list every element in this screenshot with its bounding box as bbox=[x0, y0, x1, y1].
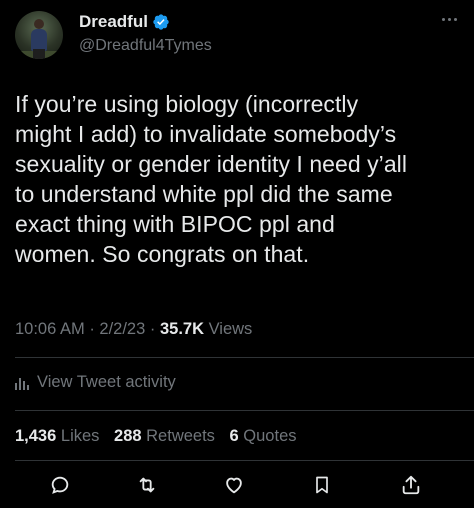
share-button[interactable] bbox=[398, 472, 424, 498]
divider bbox=[15, 460, 474, 461]
retweets-count: 288 bbox=[114, 427, 142, 445]
tweet-stats: 1,436 Likes 288 Retweets 6 Quotes bbox=[15, 427, 297, 446]
tweet-text: If you’re using biology (incorrectly mig… bbox=[15, 91, 407, 267]
likes-label: Likes bbox=[60, 427, 100, 445]
tweet-actions-bar bbox=[0, 472, 474, 502]
meta-separator: · bbox=[89, 320, 95, 338]
meta-separator: · bbox=[149, 320, 156, 338]
retweet-button[interactable] bbox=[134, 472, 160, 498]
tweet-date[interactable]: 2/2/23 bbox=[99, 320, 145, 338]
bar-chart-icon bbox=[15, 377, 29, 390]
views-count: 35.7K bbox=[159, 320, 204, 338]
retweets-stat[interactable]: 288 Retweets bbox=[114, 427, 215, 445]
divider bbox=[15, 410, 474, 411]
retweets-label: Retweets bbox=[146, 427, 215, 445]
views-label: Views bbox=[208, 320, 253, 338]
quotes-count: 6 bbox=[229, 427, 239, 445]
quotes-stat[interactable]: 6 Quotes bbox=[230, 427, 297, 445]
reply-button[interactable] bbox=[47, 472, 73, 498]
avatar[interactable] bbox=[15, 11, 63, 59]
display-name-text[interactable]: Dreadful bbox=[79, 12, 148, 32]
like-button[interactable] bbox=[221, 472, 247, 498]
divider bbox=[15, 357, 474, 358]
tweet-meta: 10:06 AM · 2/2/23 · 35.7K Views bbox=[15, 320, 252, 339]
reply-icon bbox=[51, 476, 69, 494]
more-options-icon[interactable] bbox=[438, 12, 460, 26]
bookmark-button[interactable] bbox=[309, 472, 335, 498]
heart-icon bbox=[226, 477, 242, 494]
tweet-time[interactable]: 10:06 AM bbox=[15, 320, 85, 338]
share-icon bbox=[402, 475, 420, 495]
verified-badge-icon bbox=[153, 14, 169, 30]
user-handle[interactable]: @Dreadful4Tymes bbox=[79, 37, 212, 55]
view-tweet-activity-label[interactable]: View Tweet activity bbox=[37, 373, 176, 392]
likes-count: 1,436 bbox=[15, 427, 57, 445]
retweet-icon bbox=[139, 477, 155, 493]
bookmark-icon bbox=[316, 476, 328, 494]
quotes-label: Quotes bbox=[243, 427, 297, 445]
view-tweet-activity-link[interactable]: View Tweet activity bbox=[15, 373, 176, 392]
display-name[interactable]: Dreadful bbox=[79, 12, 170, 32]
likes-stat[interactable]: 1,436 Likes bbox=[15, 427, 99, 445]
